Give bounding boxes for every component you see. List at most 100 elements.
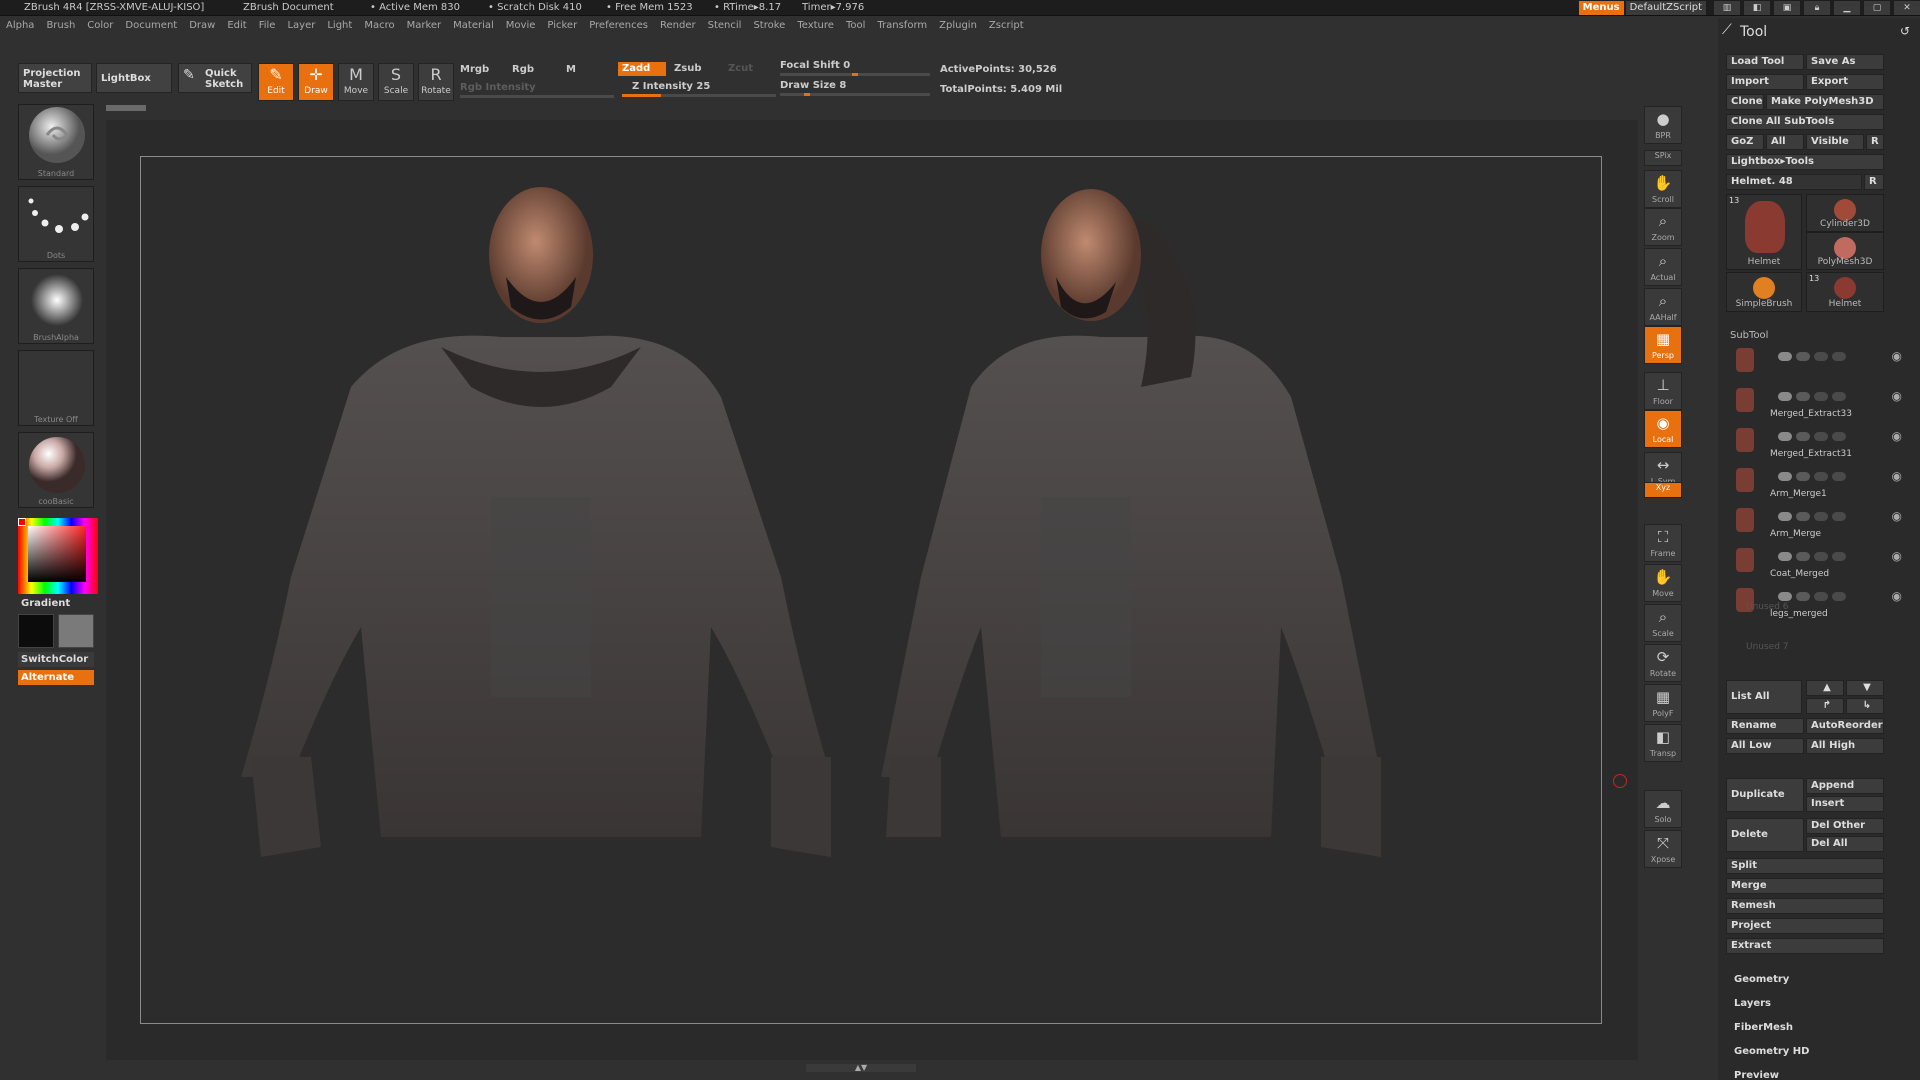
canvas-scroll-indicator[interactable]: [106, 105, 146, 111]
arrow-up-right-icon[interactable]: ↱: [1806, 698, 1844, 714]
del-other-button[interactable]: Del Other: [1806, 818, 1884, 834]
color-square[interactable]: [28, 526, 86, 582]
draw-size-track[interactable]: [780, 93, 930, 96]
menu-zscript[interactable]: Zscript: [983, 18, 1030, 34]
menu-brush[interactable]: Brush: [40, 18, 81, 34]
all-low-button[interactable]: All Low: [1726, 738, 1804, 754]
alternate-button[interactable]: Alternate: [18, 670, 94, 685]
color-picker[interactable]: [18, 518, 98, 594]
clone-button[interactable]: Clone: [1726, 94, 1764, 110]
mrgb-button[interactable]: Mrgb: [460, 64, 489, 75]
m-button[interactable]: M: [566, 64, 576, 75]
document-frame[interactable]: [140, 156, 1602, 1024]
move-down-icon[interactable]: ▼: [1846, 680, 1884, 696]
close-icon[interactable]: ✕: [1894, 1, 1920, 15]
rgb-intensity-track[interactable]: [460, 95, 614, 98]
record-indicator[interactable]: [1613, 774, 1627, 788]
section-layers[interactable]: Layers: [1734, 998, 1771, 1009]
subtool-toggle[interactable]: [1778, 472, 1792, 481]
subtool-row[interactable]: ◉ Arm_Merge1: [1730, 464, 1906, 504]
autoreorder-button[interactable]: AutoReorder: [1806, 718, 1884, 734]
subtool-toggle[interactable]: [1832, 352, 1846, 361]
texture-thumb[interactable]: Texture Off: [18, 350, 94, 426]
rtool-zoom-button[interactable]: ⌕ Zoom: [1644, 208, 1682, 246]
subtool-toggle[interactable]: [1778, 552, 1792, 561]
subtool-toggle[interactable]: [1778, 392, 1792, 401]
menu-edit[interactable]: Edit: [221, 18, 252, 34]
eye-icon[interactable]: ◉: [1892, 589, 1902, 603]
tool-move-button[interactable]: M Move: [338, 63, 374, 101]
goz-r-button[interactable]: R: [1866, 134, 1884, 150]
eye-icon[interactable]: ◉: [1892, 429, 1902, 443]
stroke-thumb[interactable]: Dots: [18, 186, 94, 262]
menu-preferences[interactable]: Preferences: [583, 18, 654, 34]
tool-edit-button[interactable]: ✎ Edit: [258, 63, 294, 101]
subtool-toggle[interactable]: [1796, 592, 1810, 601]
duplicate-button[interactable]: Duplicate: [1726, 778, 1804, 812]
section-preview[interactable]: Preview: [1734, 1070, 1779, 1080]
subtool-row[interactable]: ◉ Arm_Merge: [1730, 504, 1906, 544]
project-button[interactable]: Project: [1726, 918, 1884, 934]
rtool-scroll-button[interactable]: ✋ Scroll: [1644, 170, 1682, 208]
menu-file[interactable]: File: [253, 18, 282, 34]
subtool-toggle[interactable]: [1796, 432, 1810, 441]
subtool-toggle[interactable]: [1796, 512, 1810, 521]
menu-tool[interactable]: Tool: [840, 18, 871, 34]
tool-thumb-helmet[interactable]: 13 Helmet: [1806, 272, 1884, 312]
rtool-xyz-button[interactable]: Xyz: [1644, 482, 1682, 498]
rtool-xpose-button[interactable]: ⤧ Xpose: [1644, 830, 1682, 868]
brush-thumb[interactable]: Standard: [18, 104, 94, 180]
focal-shift-track[interactable]: [780, 73, 930, 76]
menu-draw[interactable]: Draw: [183, 18, 221, 34]
current-tool-r-button[interactable]: R: [1864, 174, 1884, 190]
subtool-toggle[interactable]: [1832, 392, 1846, 401]
script-button[interactable]: DefaultZScript: [1625, 1, 1706, 15]
menu-transform[interactable]: Transform: [871, 18, 933, 34]
subtool-toggle[interactable]: [1796, 352, 1810, 361]
subtool-header[interactable]: SubTool: [1730, 330, 1768, 341]
load-tool-button[interactable]: Load Tool: [1726, 54, 1804, 70]
rtool-rotate-button[interactable]: ⟳ Rotate: [1644, 644, 1682, 682]
save-as-button[interactable]: Save As: [1806, 54, 1884, 70]
tool-rotate-button[interactable]: R Rotate: [418, 63, 454, 101]
section-geometry[interactable]: Geometry: [1734, 974, 1789, 985]
extract-button[interactable]: Extract: [1726, 938, 1884, 954]
del-all-button[interactable]: Del All: [1806, 836, 1884, 852]
goz-button[interactable]: GoZ: [1726, 134, 1764, 150]
subtool-toggle[interactable]: [1814, 432, 1828, 441]
quick-sketch-button[interactable]: ✎ Quick Sketch: [178, 63, 252, 93]
tool-thumb-helmet[interactable]: 13 Helmet: [1726, 194, 1802, 270]
rtool-solo-button[interactable]: ☁ Solo: [1644, 790, 1682, 828]
remesh-button[interactable]: Remesh: [1726, 898, 1884, 914]
list-all-button[interactable]: List All: [1726, 680, 1802, 714]
menu-zplugin[interactable]: Zplugin: [933, 18, 983, 34]
subtool-toggle[interactable]: [1796, 472, 1810, 481]
eye-icon[interactable]: ◉: [1892, 389, 1902, 403]
canvas-viewport[interactable]: [106, 120, 1638, 1060]
rtool-aahalf-button[interactable]: ⌕ AAHalf: [1644, 288, 1682, 326]
subtool-toggle[interactable]: [1796, 392, 1810, 401]
subtool-row[interactable]: ◉ Coat_Merged: [1730, 544, 1906, 584]
section-fibermesh[interactable]: FiberMesh: [1734, 1022, 1793, 1033]
rename-button[interactable]: Rename: [1726, 718, 1804, 734]
reset-icon[interactable]: ↺: [1900, 24, 1910, 38]
draw-size-slider[interactable]: Draw Size 8: [780, 80, 846, 91]
split-button[interactable]: Split: [1726, 858, 1884, 874]
section-geometry-hd[interactable]: Geometry HD: [1734, 1046, 1809, 1057]
menu-texture[interactable]: Texture: [791, 18, 840, 34]
subtool-toggle[interactable]: [1814, 592, 1828, 601]
eye-icon[interactable]: ◉: [1892, 549, 1902, 563]
insert-button[interactable]: Insert: [1806, 796, 1884, 812]
zadd-button[interactable]: Zadd: [618, 62, 666, 76]
subtool-row[interactable]: ◉ Merged_Extract31: [1730, 424, 1906, 464]
rtool-transp-button[interactable]: ◧ Transp: [1644, 724, 1682, 762]
eye-icon[interactable]: ◉: [1892, 469, 1902, 483]
rtool-local-button[interactable]: ◉ Local: [1644, 410, 1682, 448]
secondary-color-swatch[interactable]: [58, 614, 94, 648]
rtool-polyf-button[interactable]: ▦ PolyF: [1644, 684, 1682, 722]
move-up-icon[interactable]: ▲: [1806, 680, 1844, 696]
arrow-down-right-icon[interactable]: ↳: [1846, 698, 1884, 714]
goz-all-button[interactable]: All: [1766, 134, 1804, 150]
tool-scale-button[interactable]: S Scale: [378, 63, 414, 101]
switch-color-button[interactable]: SwitchColor: [18, 652, 94, 667]
